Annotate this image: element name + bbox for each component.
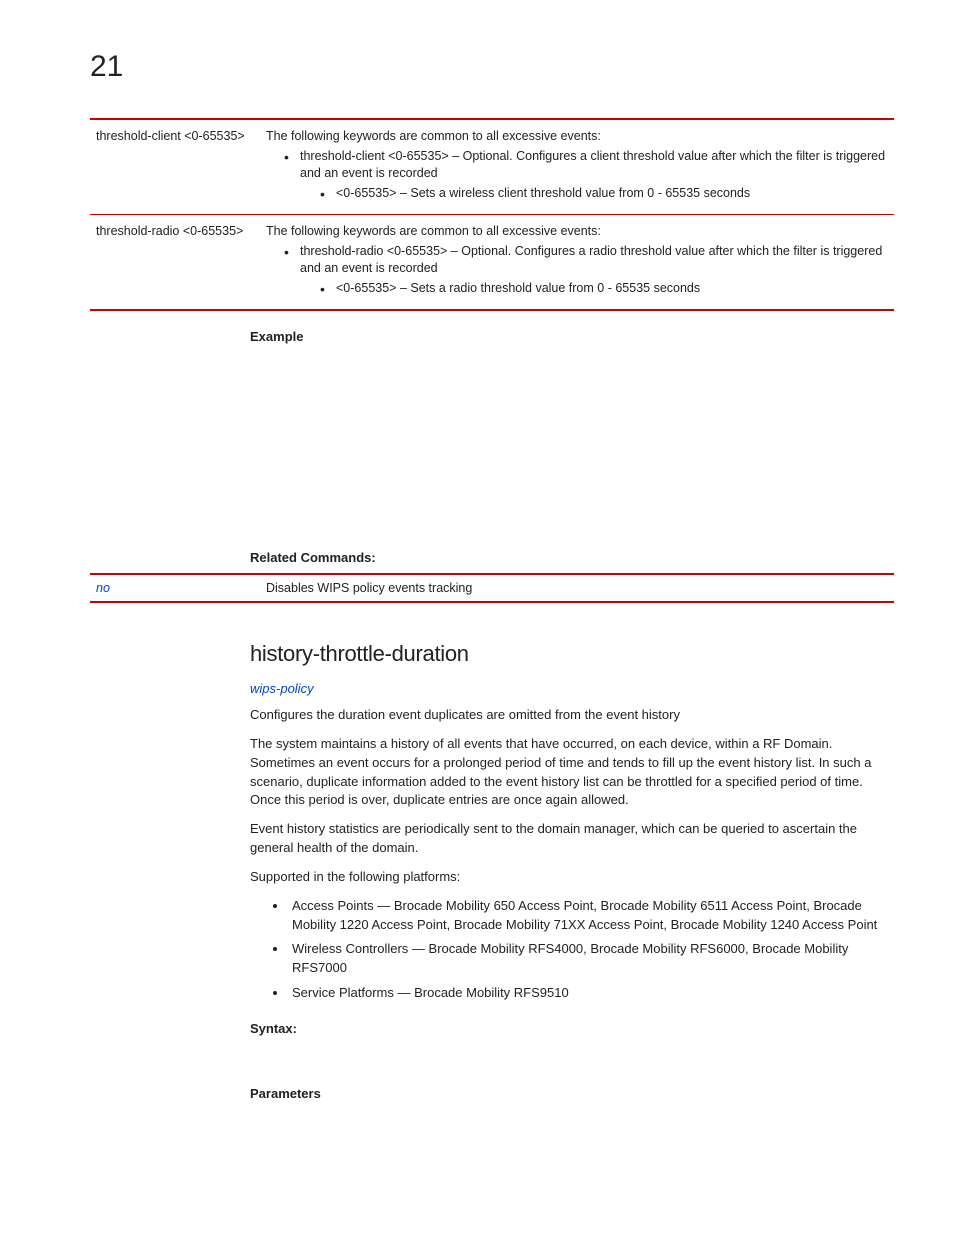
table-row: threshold-radio <0-65535> The following … bbox=[90, 215, 894, 311]
body-paragraph: Event history statistics are periodicall… bbox=[250, 820, 894, 858]
chapter-number: 21 bbox=[90, 50, 894, 84]
platform-list: Access Points — Brocade Mobility 650 Acc… bbox=[288, 897, 894, 1003]
body-paragraph: The system maintains a history of all ev… bbox=[250, 735, 894, 810]
parameters-heading: Parameters bbox=[250, 1086, 894, 1101]
table-row: threshold-client <0-65535> The following… bbox=[90, 120, 894, 215]
list-item: <0-65535> – Sets a wireless client thres… bbox=[320, 185, 888, 203]
section-title: history-throttle-duration bbox=[250, 641, 894, 667]
list-item: Access Points — Brocade Mobility 650 Acc… bbox=[288, 897, 894, 935]
list-item: threshold-radio <0-65535> – Optional. Co… bbox=[284, 243, 888, 298]
wips-policy-link[interactable]: wips-policy bbox=[250, 681, 894, 696]
list-item: Wireless Controllers — Brocade Mobility … bbox=[288, 940, 894, 978]
related-commands-heading: Related Commands: bbox=[250, 550, 894, 565]
param-intro: The following keywords are common to all… bbox=[266, 129, 601, 143]
parameter-table: threshold-client <0-65535> The following… bbox=[90, 120, 894, 311]
bullet-text: threshold-client <0-65535> – Optional. C… bbox=[300, 149, 885, 181]
example-placeholder bbox=[250, 352, 894, 532]
param-intro: The following keywords are common to all… bbox=[266, 224, 601, 238]
param-name-cell: threshold-client <0-65535> bbox=[90, 120, 260, 215]
param-desc-cell: The following keywords are common to all… bbox=[260, 215, 894, 311]
list-item: <0-65535> – Sets a radio threshold value… bbox=[320, 280, 888, 298]
bullet-text: threshold-radio <0-65535> – Optional. Co… bbox=[300, 244, 882, 276]
related-desc-cell: Disables WIPS policy events tracking bbox=[260, 574, 894, 602]
body-paragraph: Supported in the following platforms: bbox=[250, 868, 894, 887]
list-item: threshold-client <0-65535> – Optional. C… bbox=[284, 148, 888, 203]
table-row: no Disables WIPS policy events tracking bbox=[90, 574, 894, 602]
related-cmd-cell[interactable]: no bbox=[90, 574, 260, 602]
body-paragraph: Configures the duration event duplicates… bbox=[250, 706, 894, 725]
example-heading: Example bbox=[250, 329, 894, 344]
param-desc-cell: The following keywords are common to all… bbox=[260, 120, 894, 215]
syntax-heading: Syntax: bbox=[250, 1021, 894, 1036]
param-name-cell: threshold-radio <0-65535> bbox=[90, 215, 260, 311]
list-item: Service Platforms — Brocade Mobility RFS… bbox=[288, 984, 894, 1003]
syntax-placeholder bbox=[250, 1044, 894, 1068]
related-commands-table: no Disables WIPS policy events tracking bbox=[90, 573, 894, 603]
